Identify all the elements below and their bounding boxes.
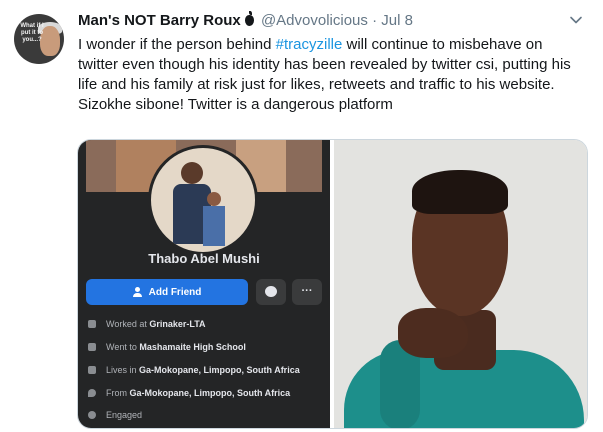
hand xyxy=(398,308,468,358)
graduation-cap-icon xyxy=(88,343,96,351)
tweet-date[interactable]: Jul 8 xyxy=(381,12,413,29)
text-before: I wonder if the person behind xyxy=(78,36,276,53)
heart-icon xyxy=(88,411,96,419)
hashtag-link[interactable]: #tracyzille xyxy=(276,36,343,53)
detail-text: Engaged xyxy=(106,410,143,420)
detail-text: Worked at Grinaker-LTA xyxy=(106,319,206,329)
avatar-caption: What if I put it to you...? xyxy=(20,23,44,43)
detail-relationship: Engaged xyxy=(88,407,328,423)
separator: · xyxy=(372,12,378,29)
detail-text: From Ga-Mokopane, Limpopo, South Africa xyxy=(106,388,291,398)
tweet-header: Man's NOT Barry Roux @Advovolicious · Ju… xyxy=(78,11,413,31)
profile-name: Thabo Abel Mushi xyxy=(148,251,260,266)
tweet[interactable]: What if I put it to you...? Man's NOT Ba… xyxy=(0,0,603,432)
more-button: ··· xyxy=(292,279,322,305)
tweet-line2: Sizokhe sibone! Twitter is a dangerous p… xyxy=(78,96,393,113)
add-friend-label: Add Friend xyxy=(148,286,202,298)
portrait-photo[interactable] xyxy=(334,140,587,428)
detail-text: Lives in Ga-Mokopane, Limpopo, South Afr… xyxy=(106,365,300,375)
messenger-icon xyxy=(256,279,286,305)
avatar[interactable]: What if I put it to you...? xyxy=(14,14,64,64)
handle[interactable]: @Advovolicious xyxy=(261,12,368,29)
add-person-icon xyxy=(132,287,143,297)
tweet-text: I wonder if the person behind #tracyzill… xyxy=(78,35,578,115)
profile-picture xyxy=(148,145,258,255)
briefcase-icon xyxy=(88,320,96,328)
home-icon xyxy=(88,366,96,374)
detail-work: Worked at Grinaker-LTA xyxy=(88,316,328,332)
detail-text: Went to Mashamaite High School xyxy=(106,342,246,352)
tweet-media[interactable]: Thabo Abel Mushi Add Friend ··· Worked a… xyxy=(77,139,588,429)
detail-lives-in: Lives in Ga-Mokopane, Limpopo, South Afr… xyxy=(88,362,328,378)
apple-icon xyxy=(244,11,254,26)
chevron-down-icon[interactable] xyxy=(569,13,583,27)
detail-from: From Ga-Mokopane, Limpopo, South Africa xyxy=(88,385,328,401)
tweet-paragraph: I wonder if the person behind #tracyzill… xyxy=(78,35,578,95)
detail-education: Went to Mashamaite High School xyxy=(88,339,328,355)
add-friend-button: Add Friend xyxy=(86,279,248,305)
display-name[interactable]: Man's NOT Barry Roux xyxy=(78,12,241,29)
facebook-screenshot[interactable]: Thabo Abel Mushi Add Friend ··· Worked a… xyxy=(78,140,330,428)
location-pin-icon xyxy=(88,389,96,397)
